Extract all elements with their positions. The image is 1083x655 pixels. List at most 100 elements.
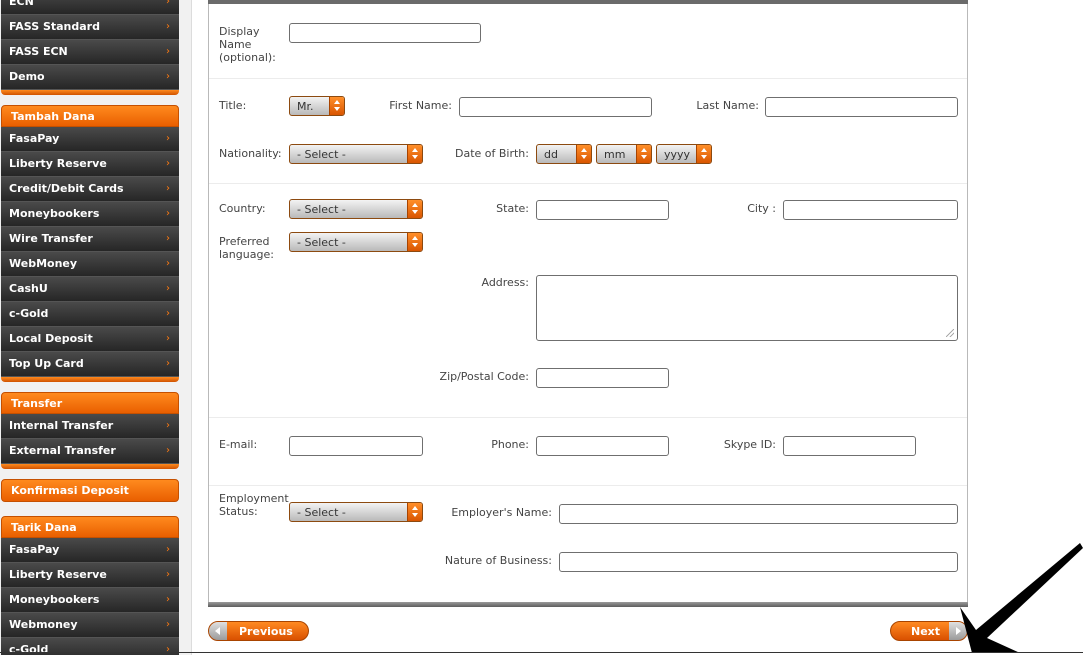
section-divider [209, 183, 967, 184]
employer-input[interactable] [559, 504, 958, 524]
select-arrows-icon [407, 233, 422, 251]
sidebar-header-tambah-dana[interactable]: Tambah Dana [1, 105, 179, 127]
display-name-label: Display Name (optional): [219, 25, 276, 64]
chevron-right-icon: › [166, 594, 170, 605]
language-select[interactable]: - Select - [289, 232, 423, 252]
sidebar-item-label: FasaPay [9, 132, 60, 145]
sidebar-item-moneybookers[interactable]: Moneybookers › [1, 202, 179, 227]
sidebar-item-webmoney[interactable]: WebMoney › [1, 252, 179, 277]
phone-label: Phone: [491, 438, 529, 451]
panel-top-border [208, 0, 968, 4]
email-input[interactable] [289, 436, 423, 456]
sidebar-item-label: Webmoney [9, 618, 78, 631]
dob-month-value: mm [604, 148, 626, 161]
menu-footer [1, 90, 179, 95]
sidebar-item-fasapay[interactable]: FasaPay › [1, 127, 179, 152]
display-name-input[interactable] [289, 23, 481, 43]
title-label: Title: [219, 99, 247, 112]
chevron-right-icon: › [166, 21, 170, 32]
menu-footer [1, 464, 179, 469]
chevron-right-icon: › [166, 619, 170, 630]
state-label: State: [496, 202, 529, 215]
select-arrows-icon [576, 145, 591, 163]
sidebar-header-konfirmasi-deposit[interactable]: Konfirmasi Deposit [1, 479, 179, 502]
sidebar-item-credit-debit-cards[interactable]: Credit/Debit Cards › [1, 177, 179, 202]
page-bottom-line [0, 652, 1083, 653]
previous-cap [209, 622, 227, 640]
sidebar-item-internal-transfer[interactable]: Internal Transfer › [1, 414, 179, 439]
sidebar-item-liberty-reserve[interactable]: Liberty Reserve › [1, 563, 179, 588]
section-divider [209, 78, 967, 79]
last-name-label: Last Name: [696, 99, 759, 112]
sidebar-item-fasapay[interactable]: FasaPay › [1, 538, 179, 563]
sidebar-item-label: Liberty Reserve [9, 568, 107, 581]
sidebar-header-transfer[interactable]: Transfer [1, 392, 179, 414]
chevron-right-icon: › [166, 420, 170, 431]
sidebar-item-label: Liberty Reserve [9, 157, 107, 170]
business-label: Nature of Business: [444, 554, 552, 567]
sidebar-item-label: Demo [9, 70, 45, 83]
phone-input[interactable] [536, 436, 669, 456]
sidebar-item-liberty-reserve[interactable]: Liberty Reserve › [1, 152, 179, 177]
transfer-menu: Transfer Internal Transfer › External Tra… [1, 392, 179, 469]
title-select[interactable]: Mr. [289, 96, 345, 116]
sidebar-item-c-gold[interactable]: c-Gold › [1, 302, 179, 327]
next-button[interactable]: Next [890, 621, 968, 641]
nationality-value: - Select - [297, 148, 346, 161]
sidebar-item-label: FasaPay [9, 543, 60, 556]
sidebar-item-moneybookers[interactable]: Moneybookers › [1, 588, 179, 613]
sidebar-item-label: Internal Transfer [9, 419, 114, 432]
select-arrows-icon [407, 200, 422, 218]
chevron-right-icon: › [166, 358, 170, 369]
sidebar-header-tarik-dana[interactable]: Tarik Dana [1, 516, 179, 538]
employment-value: - Select - [297, 506, 346, 519]
menu-footer [1, 377, 179, 382]
select-arrows-icon [696, 145, 711, 163]
nationality-select[interactable]: - Select - [289, 144, 423, 164]
skype-input[interactable] [783, 436, 916, 456]
sidebar-item-label: c-Gold [9, 643, 49, 655]
arrow-shape [960, 543, 1083, 653]
tarik-dana-menu: Tarik Dana FasaPay › Liberty Reserve › Mon… [1, 516, 179, 655]
konfirmasi-menu: Konfirmasi Deposit [1, 479, 179, 502]
sidebar-item-wire-transfer[interactable]: Wire Transfer › [1, 227, 179, 252]
address-textarea[interactable] [536, 275, 958, 341]
previous-button[interactable]: Previous [208, 621, 309, 641]
sidebar-item-fass-ecn[interactable]: FASS ECN › [1, 40, 179, 65]
sidebar-item-ecn[interactable]: ECN › [1, 0, 179, 15]
city-label: City : [747, 202, 776, 215]
state-input[interactable] [536, 200, 669, 220]
registration-form: Display Name (optional): Title: Mr. Firs… [208, 0, 968, 607]
select-arrows-icon [407, 145, 422, 163]
sidebar-item-top-up-card[interactable]: Top Up Card › [1, 352, 179, 377]
city-input[interactable] [783, 200, 958, 220]
sidebar-item-external-transfer[interactable]: External Transfer › [1, 439, 179, 464]
sidebar-item-label: FASS Standard [9, 20, 100, 33]
chevron-right-icon: › [166, 208, 170, 219]
sidebar-item-label: Credit/Debit Cards [9, 182, 124, 195]
skype-label: Skype ID: [723, 438, 776, 451]
first-name-input[interactable] [459, 97, 652, 117]
dob-day-select[interactable]: dd [536, 144, 592, 164]
business-input[interactable] [559, 552, 958, 572]
employment-select[interactable]: - Select - [289, 502, 423, 522]
resize-grip-icon[interactable] [946, 329, 954, 337]
chevron-right-icon: › [166, 233, 170, 244]
arrow-left-icon [215, 627, 220, 635]
dob-month-select[interactable]: mm [596, 144, 652, 164]
chevron-right-icon: › [166, 133, 170, 144]
sidebar-item-label: Moneybookers [9, 593, 100, 606]
sidebar-item-demo[interactable]: Demo › [1, 65, 179, 90]
sidebar-item-label: WebMoney [9, 257, 78, 270]
sidebar-item-local-deposit[interactable]: Local Deposit › [1, 327, 179, 352]
sidebar-item-fass-standard[interactable]: FASS Standard › [1, 15, 179, 40]
zip-label: Zip/Postal Code: [439, 370, 529, 383]
sidebar-item-webmoney[interactable]: Webmoney › [1, 613, 179, 638]
last-name-input[interactable] [765, 97, 958, 117]
zip-input[interactable] [536, 368, 669, 388]
sidebar-item-cashu[interactable]: CashU › [1, 277, 179, 302]
country-select[interactable]: - Select - [289, 199, 423, 219]
sidebar-item-label: FASS ECN [9, 45, 68, 58]
dob-year-select[interactable]: yyyy [656, 144, 712, 164]
chevron-right-icon: › [166, 46, 170, 57]
